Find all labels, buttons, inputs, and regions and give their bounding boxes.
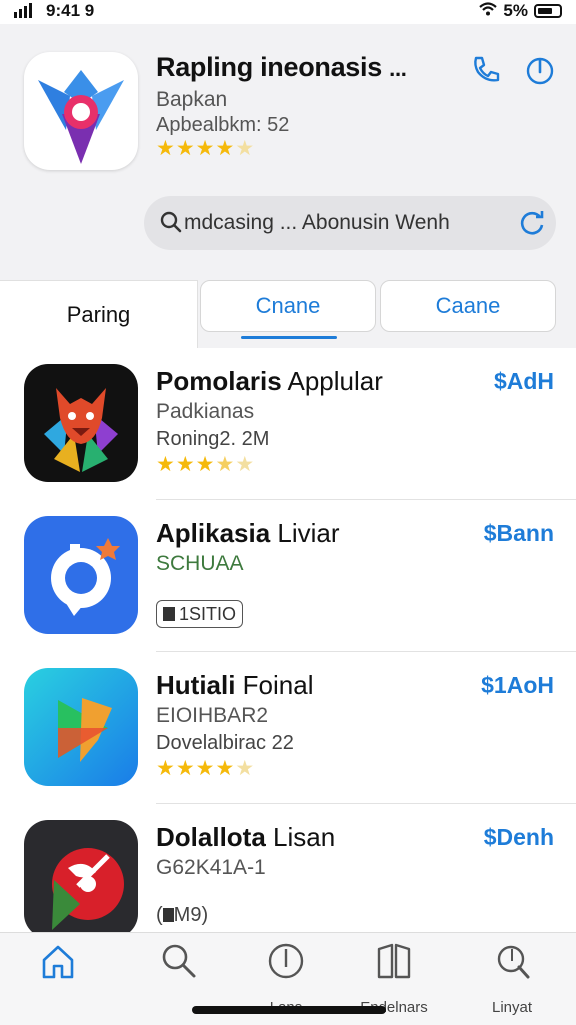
- segment-tabs: Paring Cnane Caane: [0, 280, 576, 348]
- price-button[interactable]: $Denh: [484, 824, 554, 851]
- app-header: Rapling ineonasis ... Bapkan Apbealbkm: …: [0, 24, 576, 280]
- badge-icon: [163, 607, 175, 621]
- age-badge: 1SITIO: [156, 600, 244, 628]
- search-bar[interactable]: [144, 196, 556, 250]
- clock-icon: [268, 943, 304, 979]
- app-meta: Roning2. 2M: [156, 428, 270, 450]
- featured-app-title: Rapling ineonasis ...: [156, 52, 407, 82]
- phone-icon[interactable]: [470, 54, 502, 86]
- app-developer: SCHUAA: [156, 552, 244, 575]
- wifi-icon: [479, 1, 498, 21]
- refresh-icon[interactable]: [516, 209, 546, 242]
- app-developer: G62K41A-1: [156, 856, 266, 879]
- list-item[interactable]: Pomolaris Applular Padkianas Roning2. 2M…: [0, 348, 576, 500]
- app-name: Dolallota Lisan: [156, 822, 336, 852]
- search-icon: [162, 944, 196, 978]
- tab-home[interactable]: [8, 941, 108, 1021]
- list-item[interactable]: Aplikasia Liviar SCHUAA 1SITIO $Bann: [0, 500, 576, 652]
- app-developer: Padkianas: [156, 400, 255, 423]
- app-icon: [24, 364, 138, 482]
- featured-app-icon[interactable]: [24, 52, 138, 170]
- tab-label: Linyat: [491, 999, 533, 1016]
- tab-caane[interactable]: Caane: [380, 280, 556, 332]
- price-button[interactable]: $Bann: [484, 520, 554, 547]
- app-name: Hutiali Foinal: [156, 670, 314, 700]
- badge-icon: [162, 908, 174, 922]
- featured-app-meta: Apbealbkm: 52: [156, 114, 290, 136]
- rating-stars: ★★★★★: [156, 137, 256, 160]
- app-meta: Dovelalbirac 22: [156, 732, 294, 754]
- app-icon: [24, 820, 138, 938]
- search-alt-icon: [497, 945, 530, 979]
- home-icon: [42, 945, 74, 979]
- book-icon: [377, 943, 411, 979]
- app-icon: [24, 668, 138, 786]
- search-input[interactable]: [184, 208, 514, 238]
- app-name: Pomolaris Applular: [156, 366, 383, 396]
- featured-app-subtitle: Bapkan: [156, 88, 228, 111]
- tab-linyat[interactable]: Linyat: [462, 941, 562, 1021]
- price-button[interactable]: $1AoH: [481, 672, 554, 699]
- signal-icon: [14, 2, 32, 18]
- search-icon: [160, 210, 182, 239]
- price-button[interactable]: $AdH: [494, 368, 554, 395]
- status-bar: 9:41 9 5%: [0, 0, 576, 24]
- tab-cnane[interactable]: Cnane: [200, 280, 376, 339]
- power-icon[interactable]: [524, 54, 556, 86]
- tab-paring[interactable]: Paring: [0, 280, 198, 348]
- app-developer: EIOIHBAR2: [156, 704, 269, 727]
- rating-stars: ★★★★★: [156, 453, 256, 476]
- app-icon: [24, 516, 138, 634]
- app-name: Aplikasia Liviar: [156, 518, 340, 548]
- age-badge: (M9): [156, 904, 209, 926]
- battery-percent: 5%: [503, 1, 528, 20]
- battery-icon: [534, 4, 562, 18]
- status-time: 9:41 9: [46, 1, 95, 20]
- rating-stars: ★★★★★: [156, 757, 256, 780]
- list-item[interactable]: Hutiali Foinal EIOIHBAR2 Dovelalbirac 22…: [0, 652, 576, 804]
- home-indicator[interactable]: [192, 1006, 386, 1014]
